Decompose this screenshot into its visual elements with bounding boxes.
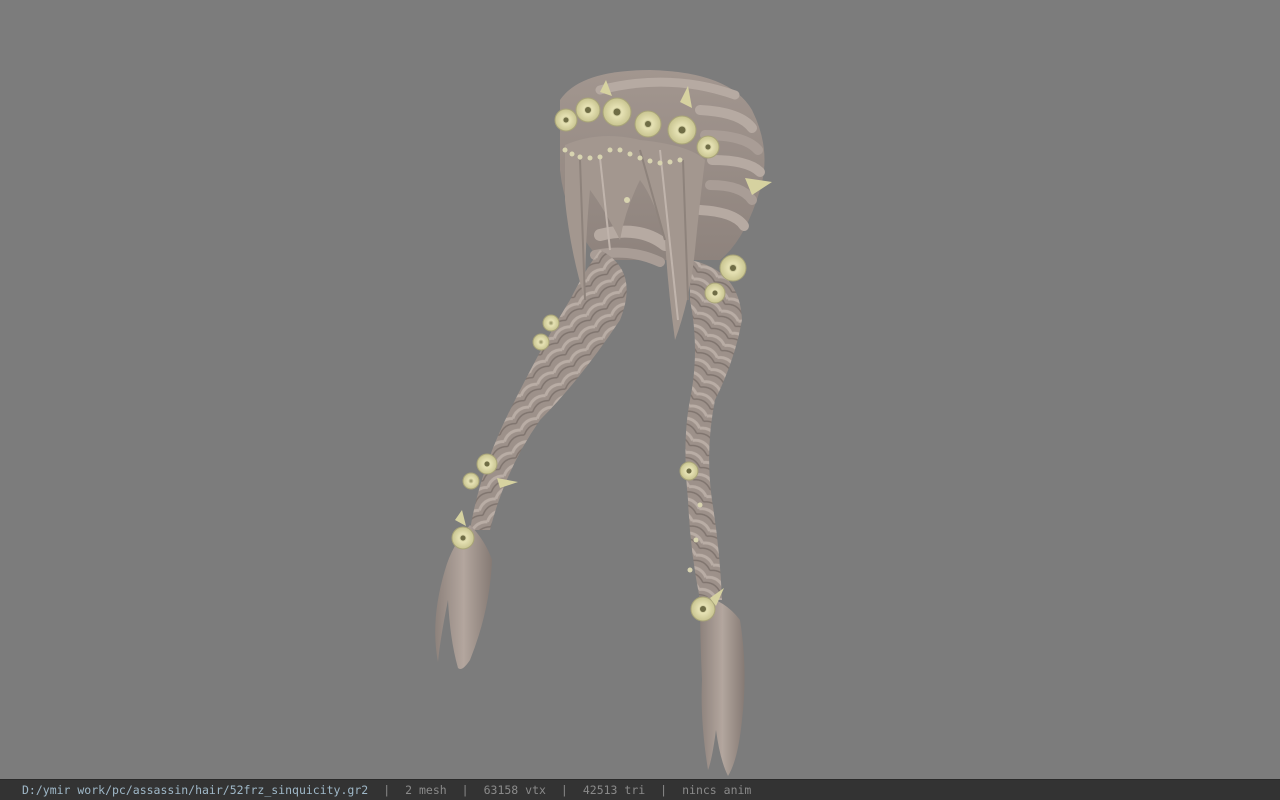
- status-separator: |: [560, 783, 568, 797]
- vertex-count: 63158 vtx: [483, 783, 546, 797]
- status-separator: |: [383, 783, 391, 797]
- hair-model-render: [435, 70, 772, 776]
- 3d-viewport[interactable]: [0, 0, 1280, 779]
- mesh-count: 2 mesh: [405, 783, 447, 797]
- status-separator: |: [461, 783, 469, 797]
- right-braid: [685, 260, 745, 776]
- triangle-count: 42513 tri: [582, 783, 646, 797]
- status-separator: |: [660, 783, 668, 797]
- file-path: D:/ymir work/pc/assassin/hair/52frz_sinq…: [22, 783, 369, 797]
- animation-status: nincs anim: [682, 783, 752, 797]
- left-braid: [435, 250, 627, 669]
- status-bar: D:/ymir work/pc/assassin/hair/52frz_sinq…: [0, 779, 1280, 800]
